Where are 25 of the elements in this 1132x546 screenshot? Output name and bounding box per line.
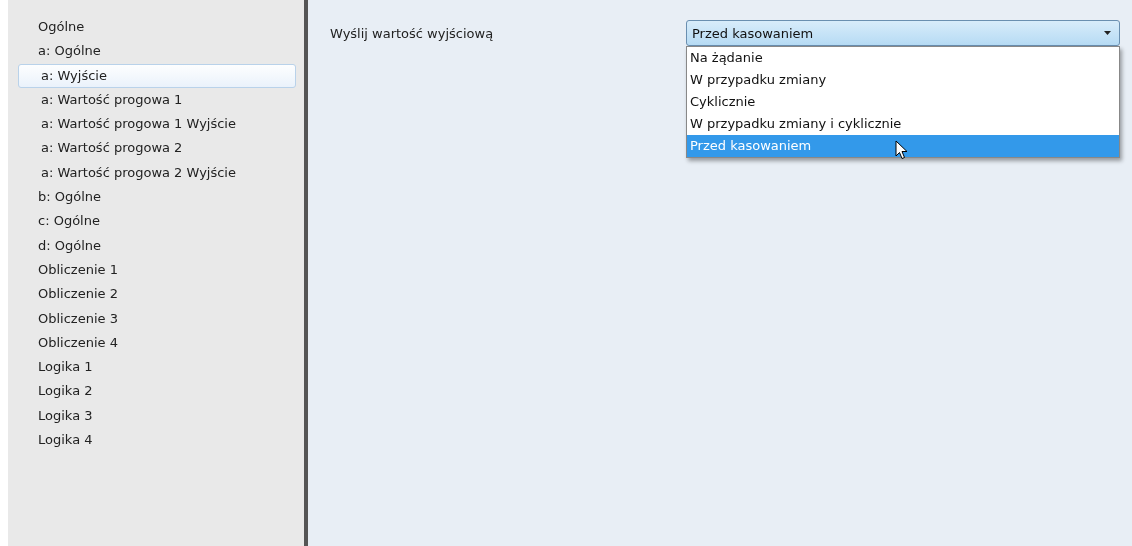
sidebar-item[interactable]: c: Ogólne	[18, 209, 297, 234]
parameter-label: Wyślij wartość wyjściową	[330, 25, 495, 41]
dropdown-option[interactable]: Cyklicznie	[687, 91, 1119, 113]
dropdown-option[interactable]: W przypadku zmiany	[687, 69, 1119, 91]
sidebar-item[interactable]: a: Wartość progowa 2	[18, 136, 297, 161]
sidebar-item[interactable]: Obliczenie 3	[18, 306, 297, 331]
sidebar-item[interactable]: a: Ogólne	[18, 39, 297, 64]
sidebar-item[interactable]: Obliczenie 4	[18, 330, 297, 356]
caret-icon	[1104, 31, 1111, 35]
dropdown-option[interactable]: W przypadku zmiany i cyklicznie	[687, 113, 1119, 135]
sidebar-item[interactable]: Logika 2	[18, 379, 297, 404]
dropdown-option[interactable]: Na żądanie	[687, 47, 1119, 69]
sidebar-item[interactable]: Obliczenie 1	[18, 257, 297, 283]
sidebar-item[interactable]: a: Wartość progowa 1	[18, 87, 297, 113]
sidebar-item[interactable]: a: Wartość progowa 1 Wyjście	[18, 112, 297, 137]
sidebar-item[interactable]: Logika 1	[18, 355, 297, 380]
sidebar-item[interactable]: Obliczenie 2	[18, 282, 297, 307]
sidebar-item[interactable]: b: Ogólne	[18, 185, 297, 210]
sidebar-item[interactable]: d: Ogólne	[18, 233, 297, 258]
dropdown[interactable]: Przed kasowaniem	[686, 20, 1120, 46]
sidebar-item[interactable]: a: Wyjście	[18, 63, 297, 88]
sidebar-item[interactable]: Ogólne	[18, 15, 297, 40]
sidebar-item[interactable]: a: Wartość progowa 2 Wyjście	[18, 160, 297, 186]
sidebar-item[interactable]: Logika 4	[18, 428, 297, 453]
sidebar-item[interactable]: Logika 3	[18, 403, 297, 429]
